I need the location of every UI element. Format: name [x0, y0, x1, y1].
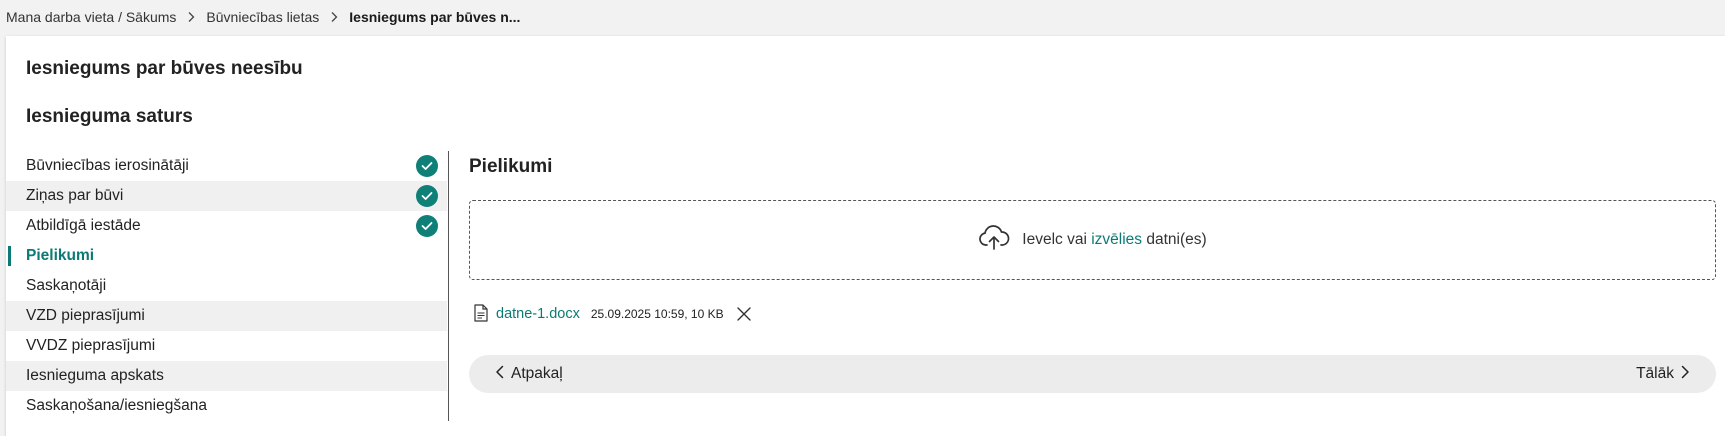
step-item-attachments[interactable]: Pielikumi — [6, 241, 447, 271]
step-item-building-info[interactable]: Ziņas par būvi — [6, 181, 447, 211]
step-label: Iesnieguma apskats — [26, 367, 164, 384]
attachments-title: Pielikumi — [469, 156, 553, 177]
step-item-submission[interactable]: Saskaņošana/iesniegšana — [6, 391, 447, 421]
choose-file-link[interactable]: izvēlies — [1091, 231, 1142, 248]
step-item-initiators[interactable]: Būvniecības ierosinātāji — [6, 151, 447, 181]
next-label: Tālāk — [1636, 365, 1674, 382]
file-dropzone[interactable]: Ievelc vai izvēlies datni(es) — [469, 200, 1716, 280]
step-item-vvdz-requests[interactable]: VVDZ pieprasījumi — [6, 331, 447, 361]
step-label: VZD pieprasījumi — [26, 307, 145, 324]
breadcrumb-current: Iesniegums par būves n... — [349, 9, 521, 25]
step-item-responsible-authority[interactable]: Atbildīgā iestāde — [6, 211, 447, 241]
check-circle-icon — [416, 215, 438, 237]
dropzone-prefix: Ievelc vai — [1022, 231, 1087, 248]
main-card: Iesniegums par būves neesību Iesnieguma … — [6, 36, 1725, 436]
step-label: Atbildīgā iestāde — [26, 217, 141, 234]
chevron-right-icon — [185, 11, 197, 23]
panel-divider — [448, 151, 449, 421]
step-label: Saskaņošana/iesniegšana — [26, 397, 207, 414]
step-item-vzd-requests[interactable]: VZD pieprasījumi — [6, 301, 447, 331]
attachment-file-link[interactable]: datne-1.docx — [496, 306, 580, 322]
breadcrumb-item-cases[interactable]: Būvniecības lietas — [206, 9, 319, 25]
back-button[interactable]: Atpakaļ — [495, 355, 563, 393]
page-title: Iesniegums par būves neesību — [26, 58, 303, 79]
attachment-row: datne-1.docx 25.09.2025 10:59, 10 KB — [474, 302, 754, 326]
chevron-right-icon — [328, 11, 340, 23]
step-label: Pielikumi — [26, 247, 95, 264]
chevron-left-icon — [495, 365, 505, 384]
section-title: Iesnieguma saturs — [26, 106, 193, 127]
back-label: Atpakaļ — [511, 365, 563, 382]
check-circle-icon — [416, 155, 438, 177]
attachment-meta: 25.09.2025 10:59, 10 KB — [590, 307, 724, 321]
step-label: Saskaņotāji — [26, 277, 107, 294]
dropzone-suffix: datni(es) — [1146, 231, 1207, 248]
step-label: VVDZ pieprasījumi — [26, 337, 156, 354]
step-label: Ziņas par būvi — [26, 187, 124, 204]
step-label: Būvniecības ierosinātāji — [26, 157, 189, 174]
check-circle-icon — [416, 185, 438, 207]
next-button[interactable]: Tālāk — [1636, 355, 1690, 393]
close-icon[interactable] — [734, 304, 754, 324]
wizard-navigation: Atpakaļ Tālāk — [469, 355, 1716, 393]
document-icon — [474, 303, 488, 325]
chevron-right-icon — [1680, 365, 1690, 384]
breadcrumb-item-home[interactable]: Mana darba vieta / Sākums — [6, 9, 176, 25]
breadcrumb: Mana darba vieta / Sākums Būvniecības li… — [6, 0, 520, 34]
dropzone-text: Ievelc vai izvēlies datni(es) — [1022, 231, 1206, 249]
step-list: Būvniecības ierosinātāji Ziņas par būvi … — [6, 151, 447, 421]
step-item-approvers[interactable]: Saskaņotāji — [6, 271, 447, 301]
cloud-upload-icon — [978, 224, 1010, 257]
step-item-review[interactable]: Iesnieguma apskats — [6, 361, 447, 391]
